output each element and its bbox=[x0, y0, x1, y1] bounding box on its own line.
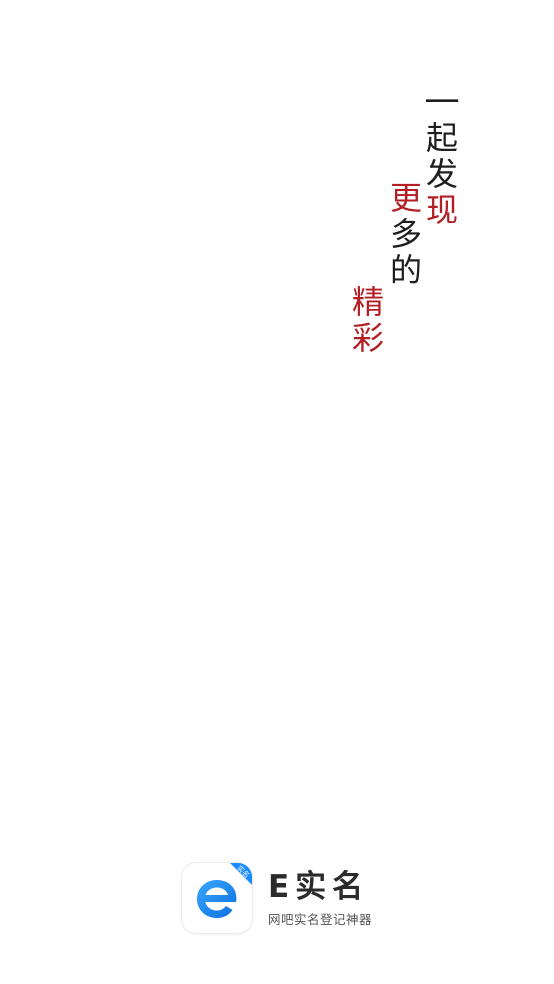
poem-char: 彩 bbox=[351, 319, 384, 357]
poem-char: 精 bbox=[351, 283, 384, 321]
poem-column-1: 一 起 发 现 bbox=[422, 84, 462, 228]
poem-char: 的 bbox=[389, 251, 422, 289]
poem-char: 发 bbox=[425, 155, 458, 193]
app-slogan: 网吧实名登记神器 bbox=[268, 912, 373, 927]
poem-char: 起 bbox=[425, 119, 458, 157]
brand-block: 实名 E实名 网吧实名登记神器 bbox=[182, 863, 382, 933]
splash-screen: 一 起 发 现 更 多 的 精 彩 实名 E实名 网吧实名登记神器 bbox=[0, 0, 554, 984]
poem-char: 现 bbox=[425, 191, 458, 229]
app-name: E实名 bbox=[268, 869, 370, 905]
poem-char: 一 bbox=[424, 83, 460, 121]
poem-char: 更 bbox=[389, 179, 422, 217]
e-logo-icon: 实名 bbox=[182, 863, 252, 933]
poem-char: 多 bbox=[389, 215, 422, 253]
poem-column-2: 更 多 的 bbox=[386, 180, 426, 288]
poem-column-3: 精 彩 bbox=[348, 284, 388, 356]
